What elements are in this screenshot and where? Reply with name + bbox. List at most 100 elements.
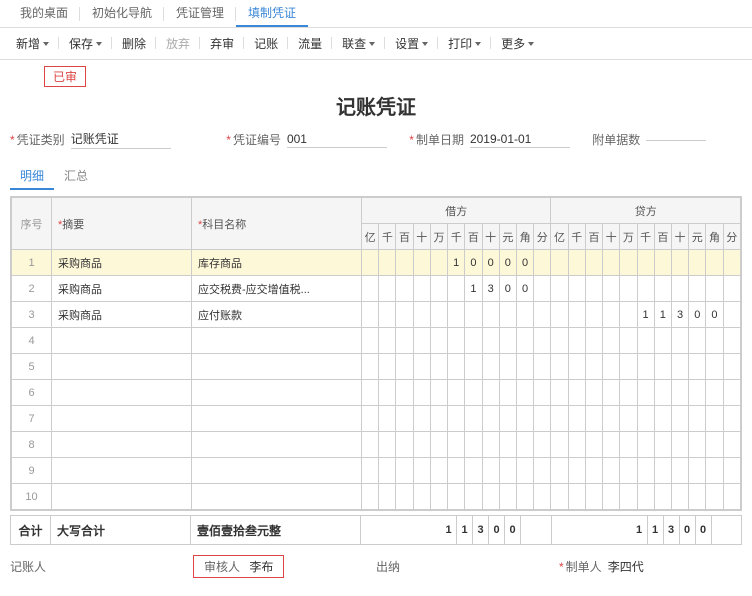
debit-digit[interactable] <box>413 302 430 328</box>
debit-digit[interactable]: 0 <box>516 276 533 302</box>
table-row[interactable]: 2采购商品应交税费-应交增值税...1300 <box>12 276 741 302</box>
debit-digit[interactable] <box>396 250 413 276</box>
credit-digit[interactable] <box>603 250 620 276</box>
credit-digit[interactable] <box>551 276 568 302</box>
link-button[interactable]: 联查 <box>334 35 383 52</box>
credit-digit[interactable] <box>603 302 620 328</box>
debit-digit[interactable] <box>362 302 379 328</box>
table-row[interactable]: 8 <box>12 432 741 458</box>
credit-digit[interactable] <box>671 250 688 276</box>
credit-digit[interactable] <box>585 250 602 276</box>
subtab-detail[interactable]: 明细 <box>10 163 54 190</box>
debit-digit[interactable]: 0 <box>465 250 482 276</box>
type-value[interactable]: 记账凭证 <box>71 130 171 149</box>
debit-digit[interactable] <box>396 276 413 302</box>
debit-digit[interactable]: 1 <box>465 276 482 302</box>
debit-digit[interactable] <box>534 302 551 328</box>
credit-digit[interactable] <box>723 302 740 328</box>
row-subject[interactable]: 应交税费-应交增值税... <box>192 276 362 302</box>
table-row[interactable]: 7 <box>12 406 741 432</box>
tab-fill-voucher[interactable]: 填制凭证 <box>236 0 308 27</box>
debit-digit[interactable] <box>413 276 430 302</box>
credit-digit[interactable] <box>585 276 602 302</box>
row-summary[interactable]: 采购商品 <box>52 250 192 276</box>
save-button[interactable]: 保存 <box>61 35 110 52</box>
table-row[interactable]: 9 <box>12 458 741 484</box>
debit-digit[interactable] <box>430 302 447 328</box>
debit-digit[interactable] <box>465 302 482 328</box>
credit-digit[interactable] <box>551 302 568 328</box>
no-value[interactable]: 001 <box>287 132 387 148</box>
debit-digit[interactable]: 0 <box>516 250 533 276</box>
credit-digit[interactable] <box>568 302 585 328</box>
debit-digit[interactable] <box>379 276 396 302</box>
tab-voucher-mgmt[interactable]: 凭证管理 <box>164 0 236 27</box>
tab-desktop[interactable]: 我的桌面 <box>8 0 80 27</box>
credit-digit[interactable] <box>706 276 723 302</box>
debit-digit[interactable] <box>448 302 465 328</box>
tab-init-nav[interactable]: 初始化导航 <box>80 0 164 27</box>
table-row[interactable]: 5 <box>12 354 741 380</box>
row-summary[interactable]: 采购商品 <box>52 302 192 328</box>
debit-digit[interactable] <box>379 302 396 328</box>
debit-digit[interactable] <box>534 250 551 276</box>
debit-digit[interactable] <box>396 302 413 328</box>
debit-digit[interactable]: 0 <box>482 250 499 276</box>
debit-digit[interactable] <box>413 250 430 276</box>
abandon-button[interactable]: 放弃 <box>158 35 198 52</box>
add-button[interactable]: 新增 <box>8 35 57 52</box>
attach-value[interactable] <box>646 139 706 141</box>
debit-digit[interactable] <box>379 250 396 276</box>
debit-digit[interactable]: 3 <box>482 276 499 302</box>
credit-digit[interactable]: 3 <box>671 302 688 328</box>
debit-digit[interactable] <box>430 276 447 302</box>
debit-digit[interactable] <box>430 250 447 276</box>
debit-digit[interactable]: 1 <box>448 250 465 276</box>
more-button[interactable]: 更多 <box>493 35 542 52</box>
credit-digit[interactable] <box>620 276 637 302</box>
settings-button[interactable]: 设置 <box>387 35 436 52</box>
credit-digit[interactable]: 0 <box>706 302 723 328</box>
credit-digit[interactable] <box>654 250 671 276</box>
post-button[interactable]: 记账 <box>246 35 286 52</box>
debit-digit[interactable]: 0 <box>499 276 516 302</box>
credit-digit[interactable] <box>620 302 637 328</box>
credit-digit[interactable] <box>689 250 706 276</box>
debit-digit[interactable] <box>516 302 533 328</box>
table-row[interactable]: 3采购商品应付账款11300 <box>12 302 741 328</box>
debit-digit[interactable] <box>362 250 379 276</box>
flow-button[interactable]: 流量 <box>290 35 330 52</box>
debit-digit[interactable]: 0 <box>499 250 516 276</box>
table-row[interactable]: 1采购商品库存商品10000 <box>12 250 741 276</box>
credit-digit[interactable] <box>723 250 740 276</box>
debit-digit[interactable] <box>534 276 551 302</box>
date-value[interactable]: 2019-01-01 <box>470 132 570 148</box>
print-button[interactable]: 打印 <box>440 35 489 52</box>
row-summary[interactable]: 采购商品 <box>52 276 192 302</box>
credit-digit[interactable]: 1 <box>654 302 671 328</box>
discard-button[interactable]: 弃审 <box>202 35 242 52</box>
credit-digit[interactable] <box>620 250 637 276</box>
table-row[interactable]: 10 <box>12 484 741 510</box>
row-subject[interactable]: 库存商品 <box>192 250 362 276</box>
credit-digit[interactable] <box>585 302 602 328</box>
credit-digit[interactable] <box>568 250 585 276</box>
credit-digit[interactable] <box>706 250 723 276</box>
delete-button[interactable]: 删除 <box>114 35 154 52</box>
credit-digit[interactable] <box>603 276 620 302</box>
credit-digit[interactable] <box>637 276 654 302</box>
table-row[interactable]: 6 <box>12 380 741 406</box>
credit-digit[interactable] <box>637 250 654 276</box>
debit-digit[interactable] <box>362 276 379 302</box>
debit-digit[interactable] <box>448 276 465 302</box>
subtab-summary[interactable]: 汇总 <box>54 163 98 190</box>
credit-digit[interactable] <box>568 276 585 302</box>
credit-digit[interactable] <box>654 276 671 302</box>
credit-digit[interactable] <box>551 250 568 276</box>
credit-digit[interactable] <box>671 276 688 302</box>
credit-digit[interactable] <box>689 276 706 302</box>
debit-digit[interactable] <box>482 302 499 328</box>
credit-digit[interactable]: 1 <box>637 302 654 328</box>
table-row[interactable]: 4 <box>12 328 741 354</box>
credit-digit[interactable]: 0 <box>689 302 706 328</box>
